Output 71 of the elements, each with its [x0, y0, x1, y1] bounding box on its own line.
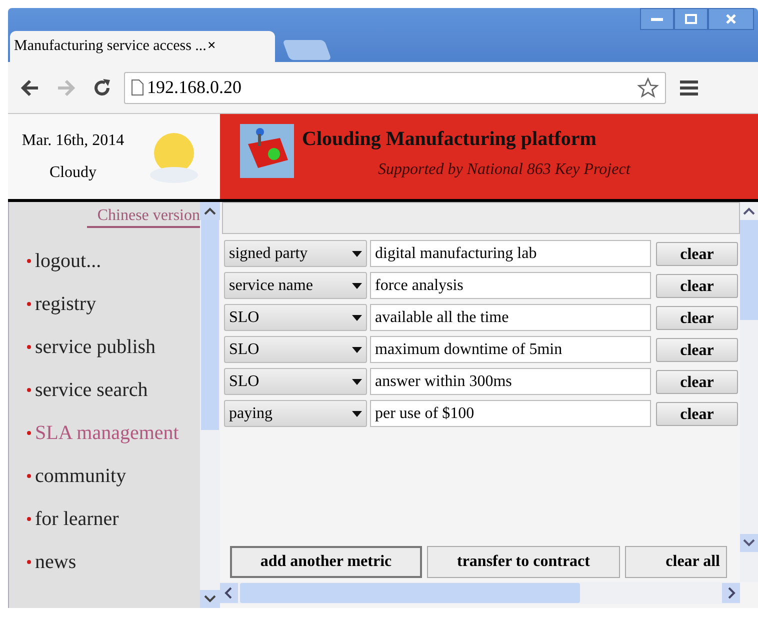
banner-title: Clouding Manufacturing platform [302, 127, 598, 152]
address-field[interactable]: 192.168.0.20 [124, 72, 666, 104]
metric-dropdown[interactable]: signed party [224, 240, 367, 267]
metric-value-field[interactable]: answer within 300ms [370, 368, 651, 395]
scroll-up-icon[interactable] [200, 202, 220, 220]
nav-link[interactable]: service search [35, 375, 148, 405]
metric-value-field[interactable]: per use of $100 [370, 400, 651, 427]
menu-icon[interactable] [680, 80, 698, 96]
bullet-icon [27, 345, 31, 349]
scroll-thumb[interactable] [201, 220, 219, 430]
nav-link[interactable]: service publish [35, 332, 156, 362]
weather-text: Cloudy [49, 162, 97, 182]
page-icon [131, 79, 144, 96]
metric-value-field[interactable]: digital manufacturing lab [370, 240, 651, 267]
metric-dropdown[interactable]: SLO [224, 368, 367, 395]
action-button[interactable]: add another metric [230, 546, 422, 578]
nav-link[interactable]: community [35, 461, 126, 491]
nav-link[interactable]: registry [35, 289, 96, 319]
dropdown-arrow-icon [352, 346, 362, 352]
scroll-left-icon[interactable] [220, 583, 238, 603]
nav-link[interactable]: news [35, 547, 76, 577]
bullet-icon [27, 259, 31, 263]
clear-button[interactable]: clear [656, 242, 738, 266]
metric-value-field[interactable]: maximum downtime of 5min [370, 336, 651, 363]
dropdown-arrow-icon [352, 250, 362, 256]
metric-dropdown[interactable]: SLO [224, 336, 367, 363]
reload-icon[interactable] [92, 78, 112, 98]
back-icon[interactable] [20, 78, 40, 96]
dropdown-arrow-icon [352, 282, 362, 288]
metric-value-field[interactable]: available all the time [370, 304, 651, 331]
vertical-scrollbar[interactable] [740, 202, 758, 582]
minimize-icon[interactable] [640, 8, 674, 30]
clear-button[interactable]: clear [656, 370, 738, 394]
dropdown-arrow-icon [352, 378, 362, 384]
metric-value-field[interactable]: force analysis [370, 272, 651, 299]
bullet-icon [27, 302, 31, 306]
clear-button[interactable]: clear [656, 338, 738, 362]
dropdown-arrow-icon [352, 410, 362, 416]
bullet-icon [27, 431, 31, 435]
clear-button[interactable]: clear [656, 402, 738, 426]
star-icon[interactable] [637, 76, 659, 98]
url-text: 192.168.0.20 [147, 76, 242, 99]
metric-dropdown[interactable]: SLO [224, 304, 367, 331]
scroll-down-icon[interactable] [740, 534, 758, 552]
banner-subtitle: Supported by National 863 Key Project [378, 160, 630, 180]
bullet-icon [27, 560, 31, 564]
scroll-thumb[interactable] [240, 583, 580, 603]
nav-link[interactable]: SLA management [35, 418, 179, 448]
browser-tab[interactable]: Manufacturing service access ...× [10, 31, 275, 62]
nav-link[interactable]: logout... [35, 246, 102, 276]
bullet-icon [27, 388, 31, 392]
dropdown-arrow-icon [352, 314, 362, 320]
vertical-scrollbar[interactable] [200, 202, 220, 608]
metric-dropdown[interactable]: service name [224, 272, 367, 299]
maximize-icon[interactable] [674, 8, 708, 30]
scroll-down-icon[interactable] [200, 590, 220, 608]
nav-link[interactable]: for learner [35, 504, 119, 534]
bullet-icon [27, 474, 31, 478]
action-button[interactable]: transfer to contract [427, 546, 620, 578]
clear-button[interactable]: clear [656, 306, 738, 330]
bullet-icon [27, 517, 31, 521]
tab-title: Manufacturing service access ... [14, 37, 206, 56]
tab-close-button[interactable]: × [207, 35, 216, 58]
scroll-right-icon[interactable] [722, 583, 740, 603]
scroll-thumb[interactable] [740, 220, 758, 320]
date-text: Mar. 16th, 2014 [22, 130, 124, 150]
metric-dropdown[interactable]: paying [224, 400, 367, 427]
horizontal-scrollbar[interactable] [220, 582, 740, 604]
close-icon[interactable] [708, 8, 754, 30]
clear-button[interactable]: clear [656, 274, 738, 298]
action-button[interactable]: clear all [625, 546, 727, 578]
